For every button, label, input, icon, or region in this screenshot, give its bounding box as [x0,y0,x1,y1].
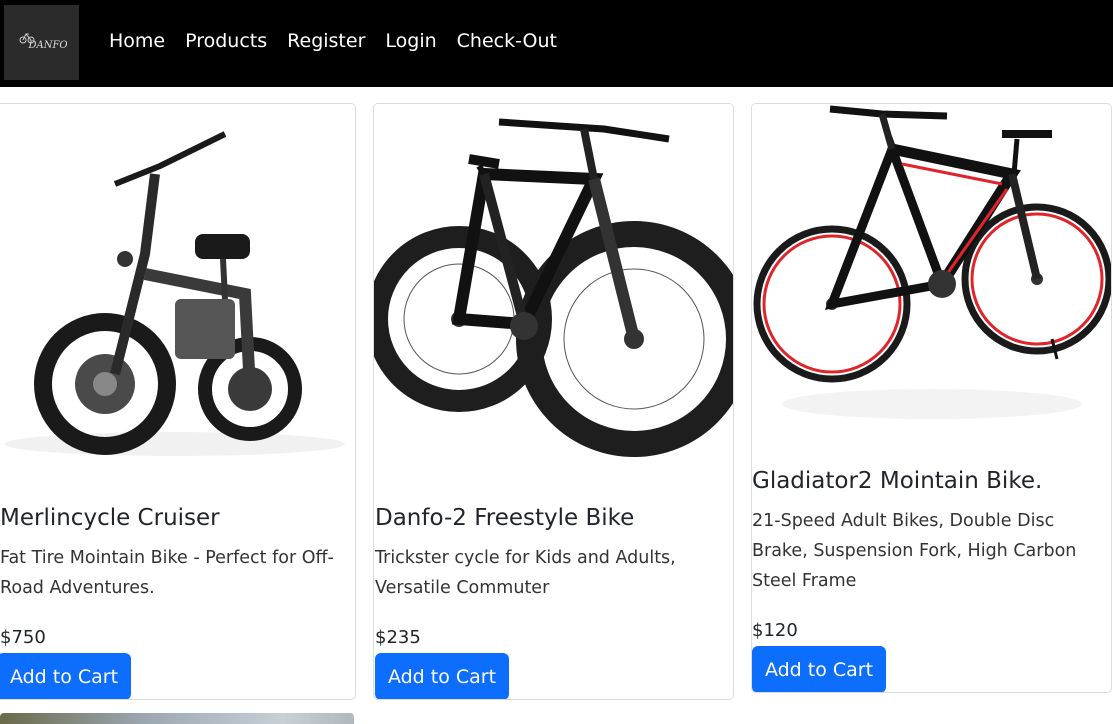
add-to-cart-button[interactable]: Add to Cart [752,646,886,692]
product-title: Merlincycle Cruiser [0,505,220,531]
product-description: Fat Tire Mointain Bike - Perfect for Off… [0,548,334,598]
fat-tire-bike-image [374,104,733,464]
mountain-bike-image [752,104,1111,444]
product-description: 21-Speed Adult Bikes, Double Disc Brake,… [752,511,1077,591]
product-price: $750 [0,627,46,648]
add-to-cart-button[interactable]: Add to Cart [0,653,131,699]
logo-text: DANFO [28,39,68,51]
nav-login[interactable]: Login [385,30,436,52]
product-card: Merlincycle Cruiser Fat Tire Mointain Bi… [0,103,356,700]
product-title: Gladiator2 Mointain Bike. [752,468,1043,494]
nav-register[interactable]: Register [287,30,365,52]
brand-logo[interactable]: DANFO [4,5,79,80]
navbar: DANFO Home Products Register Login Check… [0,0,1113,87]
next-product-card-image [0,713,354,724]
product-price: $235 [375,627,421,648]
product-card: Gladiator2 Mointain Bike. 21-Speed Adult… [751,103,1112,693]
product-card: Danfo-2 Freestyle Bike Trickster cycle f… [373,103,734,700]
product-title: Danfo-2 Freestyle Bike [375,505,635,531]
electric-folding-bike-image [0,104,355,464]
nav-check-out[interactable]: Check-Out [457,30,557,52]
nav-links: Home Products Register Login Check-Out [109,30,577,52]
nav-home[interactable]: Home [109,30,165,52]
nav-products[interactable]: Products [185,30,267,52]
product-description: Trickster cycle for Kids and Adults, Ver… [375,548,676,598]
add-to-cart-button[interactable]: Add to Cart [375,653,509,699]
product-price: $120 [752,620,798,641]
